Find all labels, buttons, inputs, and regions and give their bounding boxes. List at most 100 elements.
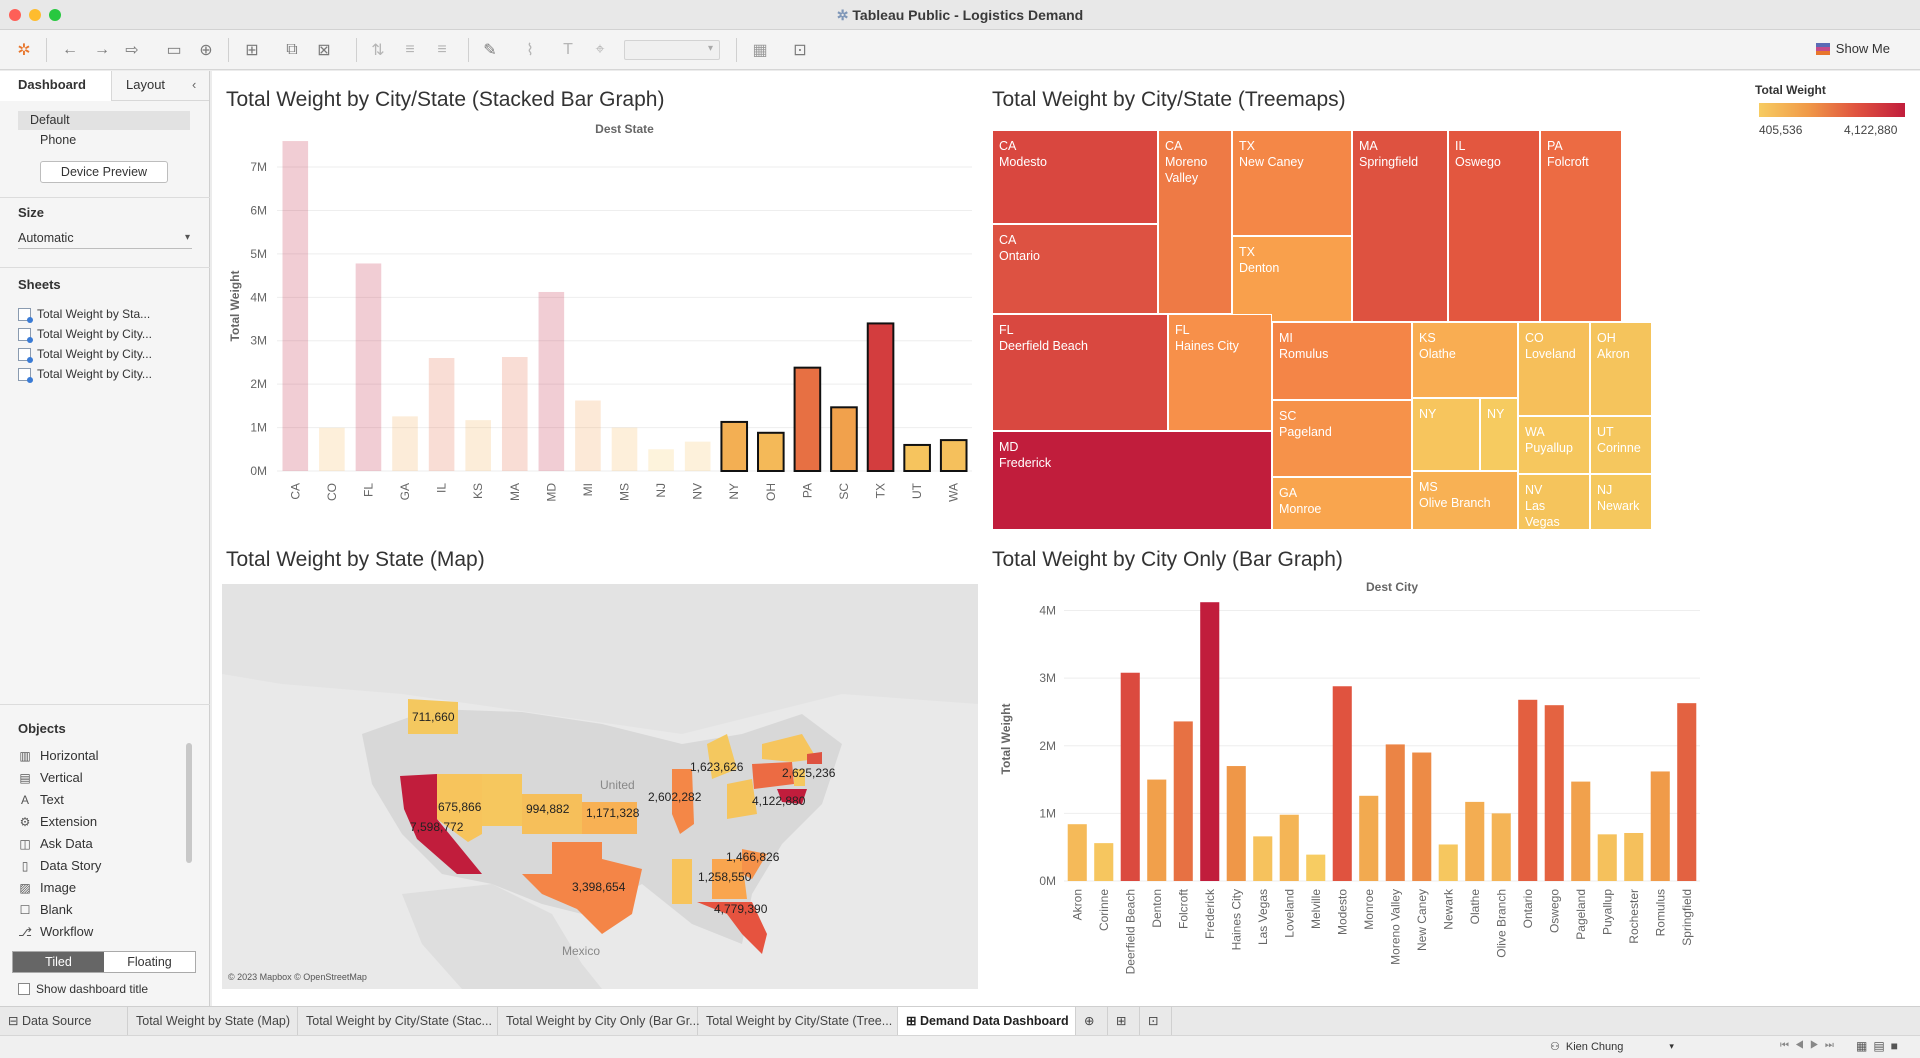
treemap-cell[interactable]: MS Olive Branch [1412,471,1518,530]
new-worksheet-tab-icon[interactable]: ⊕ [1076,1007,1108,1035]
bar [903,443,931,472]
redo-icon[interactable]: → [90,38,114,62]
tab-sheet-treemap[interactable]: Total Weight by City/State (Tree... [698,1007,898,1035]
sort-ascending-icon[interactable]: ≡ [398,38,422,62]
floating-button[interactable]: Floating [104,952,195,972]
treemap-cell[interactable]: MD Frederick [992,431,1272,530]
show-title-checkbox[interactable] [18,983,30,995]
tab-data-source[interactable]: ⊟ Data Source [0,1007,128,1035]
tiled-button[interactable]: Tiled [13,952,104,972]
object-ask-data[interactable]: ◫ Ask Data [18,836,92,851]
sheet-item[interactable]: Total Weight by City... [18,347,152,363]
size-dropdown[interactable]: Automatic ▾ [18,227,192,249]
treemap-cell[interactable]: KS Olathe [1412,322,1518,398]
tab-dashboard[interactable]: Dashboard [0,71,112,101]
treemap-cell-label: Akron [1597,347,1630,361]
treemap: CA Modesto CA Ontario CA Moreno Valley TX New Ca… [992,130,1652,530]
sheet-navigation[interactable]: ⏮◀▶⏭ [1780,1040,1840,1051]
bar [1412,752,1432,881]
treemap-cell[interactable]: GA Monroe [1272,477,1412,530]
device-option-default[interactable]: Default [18,111,190,130]
treemap-cell[interactable]: NY [1480,398,1518,471]
new-dashboard-tab-icon[interactable]: ⊞ [1108,1007,1140,1035]
state-map[interactable]: United Mexico 711,660 675,866 994,882 1,… [222,584,978,989]
object-image[interactable]: ▨ Image [18,880,76,895]
tab-dashboard-active[interactable]: ⊞ Demand Data Dashboard [898,1007,1076,1035]
show-title-checkbox-row[interactable]: Show dashboard title [18,982,148,996]
treemap-cell[interactable]: WA Puyallup [1518,416,1590,474]
group-members-icon[interactable]: ⌇ [518,38,542,62]
status-bar: ⚇ Kien Chung ▾ ⏮◀▶⏭ ▦▤■ [0,1035,1920,1058]
object-vertical[interactable]: ▤ Vertical [18,770,82,785]
device-option-phone[interactable]: Phone [40,131,76,150]
new-worksheet-icon[interactable]: ⊞ [240,38,264,62]
treemap-cell-label: Moreno [1165,155,1208,169]
x-tick-label: Melville [1309,889,1323,929]
treemap-cell-label: NJ [1597,483,1613,497]
presentation-mode-icon[interactable]: ⊡ [788,38,812,62]
undo-icon[interactable]: ← [58,38,82,62]
treemap-cell-label: Haines City [1175,339,1239,353]
tab-sheet-city-bar[interactable]: Total Weight by City Only (Bar Gr... [498,1007,700,1035]
view-mode-icons[interactable]: ▦▤■ [1856,1039,1904,1053]
treemap-cell[interactable]: FL Deerfield Beach [992,314,1168,431]
treemap-cell[interactable]: CA Ontario [992,224,1158,314]
object-text[interactable]: A Text [18,792,64,807]
x-tick-label: WA [947,483,961,502]
treemap-cell[interactable]: NV Las Vegas [1518,474,1590,530]
device-preview-button[interactable]: Device Preview [40,161,168,183]
tab-sheet-stacked[interactable]: Total Weight by City/State (Stac... [298,1007,498,1035]
tab-sheet-map[interactable]: Total Weight by State (Map) [128,1007,298,1035]
treemap-cell[interactable]: IL Oswego [1448,130,1540,322]
highlight-icon[interactable]: ✎ [478,38,502,62]
object-blank[interactable]: ☐ Blank [18,902,73,917]
object-workflow[interactable]: ⎇ Workflow [18,924,93,939]
color-legend-ramp[interactable] [1759,103,1905,117]
treemap-cell[interactable]: TX New Caney [1232,130,1352,236]
sheet-item[interactable]: Total Weight by City... [18,367,152,383]
treemap-cell[interactable]: CO Loveland [1518,322,1590,416]
treemap-cell[interactable]: MA Springfield [1352,130,1448,322]
clear-sheet-icon[interactable]: ⊠ [312,38,336,62]
object-extension[interactable]: ⚙ Extension [18,814,97,829]
fit-dropdown[interactable]: ▾ [624,40,720,60]
object-data-story[interactable]: ▯ Data Story [18,858,102,873]
treemap-cell[interactable]: MI Romulus [1272,322,1412,400]
treemap-cell[interactable]: PA Folcroft [1540,130,1622,322]
treemap-cell-label: Corinne [1597,441,1641,455]
treemap-cell[interactable]: NJ Newark [1590,474,1652,530]
tableau-home-icon[interactable]: ✲ [12,38,36,62]
save-icon[interactable]: ▭ [162,38,186,62]
sheet-item[interactable]: Total Weight by Sta... [18,307,150,323]
objects-scrollbar[interactable] [186,743,192,863]
show-labels-icon[interactable]: T [556,38,580,62]
treemap-cell[interactable]: SC Pageland [1272,400,1412,477]
object-horizontal[interactable]: ▥ Horizontal [18,748,98,763]
fix-axes-icon[interactable]: ⌖ [588,38,612,62]
new-data-source-icon[interactable]: ⊕ [194,38,218,62]
show-cards-icon[interactable]: ▦ [748,38,772,62]
show-me-button[interactable]: Show Me [1815,41,1890,56]
divider [0,197,210,198]
treemap-cell[interactable]: OH Akron [1590,322,1652,416]
bar [1359,795,1379,881]
treemap-cell[interactable]: NY [1412,398,1480,471]
treemap-cell[interactable]: TX Denton [1232,236,1352,322]
swap-rows-columns-icon[interactable]: ⇅ [366,38,390,62]
utah-state [482,774,522,826]
sidebar-tabs: Dashboard Layout ‹ [0,71,209,101]
replay-icon[interactable]: ⇨ [120,38,144,62]
treemap-cell[interactable]: CA Modesto [992,130,1158,224]
collapse-sidebar-icon[interactable]: ‹ [192,71,196,101]
sort-descending-icon[interactable]: ≡ [430,38,454,62]
x-tick-label: Ontario [1521,889,1535,929]
user-menu[interactable]: ⚇ Kien Chung ▾ [1550,1040,1674,1054]
sheet-item[interactable]: Total Weight by City... [18,327,152,343]
treemap-cell[interactable]: CA Moreno Valley [1158,130,1232,314]
tab-layout[interactable]: Layout [126,71,165,101]
x-tick-label: Rochester [1627,889,1641,944]
duplicate-sheet-icon[interactable]: ⧉ [280,38,304,62]
treemap-cell[interactable]: UT Corinne [1590,416,1652,474]
treemap-cell[interactable]: FL Haines City [1168,314,1272,431]
new-story-tab-icon[interactable]: ⊡ [1140,1007,1172,1035]
